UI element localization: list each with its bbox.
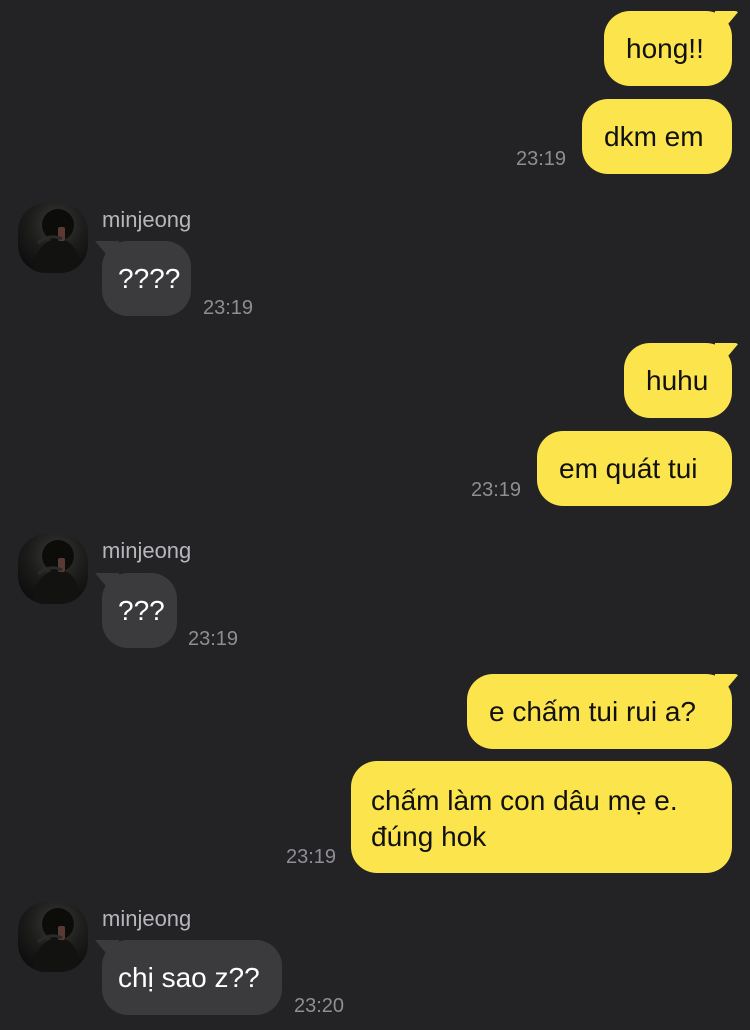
message-text: ??? [118, 594, 165, 626]
outgoing-message-bubble[interactable]: e chấm tui rui a? [467, 674, 732, 749]
outgoing-message-bubble[interactable]: dkm em [582, 99, 732, 174]
message-text: hong!! [626, 32, 704, 64]
message-text: ???? [118, 262, 181, 294]
sender-name: minjeong [102, 207, 192, 232]
message-text: dkm em [604, 120, 704, 152]
message-timestamp: 23:20 [294, 995, 345, 1017]
contact-avatar[interactable] [18, 203, 88, 273]
incoming-message-bubble[interactable]: chị sao z?? [102, 940, 282, 1015]
message-text: em quát tui [559, 452, 698, 484]
message-timestamp: 23:19 [203, 297, 254, 319]
sender-name: minjeong [102, 906, 192, 931]
outgoing-message-bubble[interactable]: hong!! [604, 11, 732, 86]
message-text: e chấm tui rui a? [489, 695, 696, 727]
incoming-message-bubble[interactable]: ??? [102, 573, 177, 648]
message-text: huhu [646, 364, 709, 396]
message-timestamp: 23:19 [471, 479, 522, 501]
incoming-message-bubble[interactable]: ???? [102, 241, 191, 316]
sender-name: minjeong [102, 538, 192, 563]
chat-transcript: hong!! dkm em 23:19 minjeong ???? 23:19 … [0, 0, 750, 1030]
message-timestamp: 23:19 [286, 846, 337, 868]
message-timestamp: 23:19 [516, 148, 567, 170]
outgoing-message-bubble[interactable]: huhu [624, 343, 732, 418]
outgoing-message-bubble[interactable]: em quát tui [537, 431, 732, 506]
message-text: chấm làm con dâu mẹ e. đúng hok [371, 785, 678, 852]
message-timestamp: 23:19 [188, 628, 239, 650]
outgoing-message-bubble[interactable]: chấm làm con dâu mẹ e. đúng hok [351, 761, 732, 873]
contact-avatar[interactable] [18, 534, 88, 604]
contact-avatar[interactable] [18, 902, 88, 972]
message-text: chị sao z?? [118, 961, 260, 993]
